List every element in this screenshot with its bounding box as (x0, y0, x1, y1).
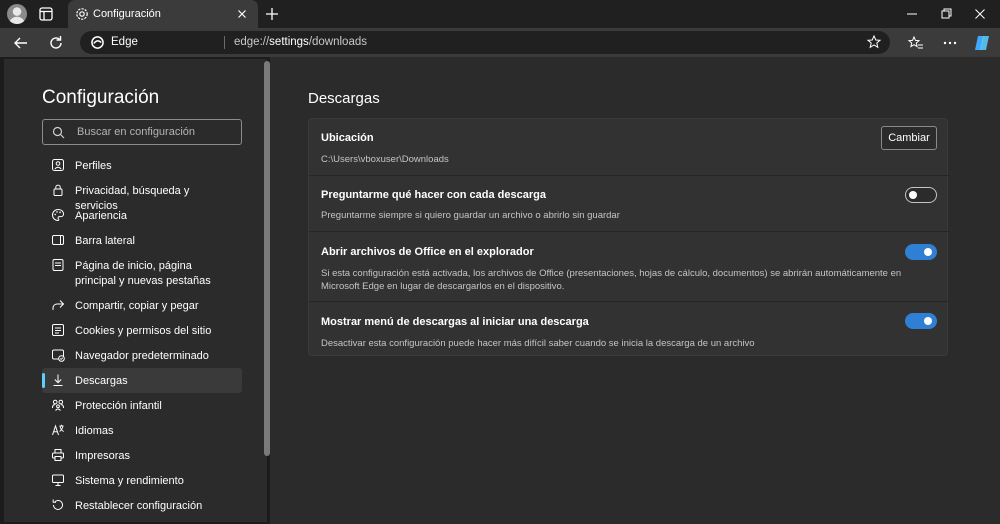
location-path: C:\Users\vboxuser\Downloads (321, 154, 449, 165)
setting-title: Mostrar menú de descargas al iniciar una… (321, 316, 589, 328)
location-title: Ubicación (321, 132, 374, 144)
ask-each-download-toggle[interactable] (905, 187, 937, 203)
sidebar-item-perfiles[interactable]: Perfiles (42, 153, 242, 178)
sidebar-item-impresoras[interactable]: Impresoras (42, 443, 242, 468)
new-tab-icon[interactable] (263, 5, 281, 23)
navigation-bar: Edge edge://settings/downloads (0, 28, 1000, 57)
sidebar-item-descargas[interactable]: Descargas (42, 368, 242, 393)
profile-avatar[interactable] (7, 4, 27, 24)
language-icon (52, 424, 64, 436)
favorites-icon[interactable] (906, 33, 926, 53)
restore-icon[interactable] (936, 4, 956, 24)
reset-icon (52, 499, 63, 510)
setting-row-office: Abrir archivos de Office en el explorado… (309, 232, 949, 302)
back-arrow-icon[interactable] (11, 33, 31, 53)
sidebar-nav: Perfiles Privacidad, búsqueda y servicio… (42, 153, 242, 518)
page-title: Descargas (308, 90, 380, 107)
sidebar-item-privacidad[interactable]: Privacidad, búsqueda y servicios (42, 178, 242, 212)
change-location-button[interactable]: Cambiar (881, 126, 937, 150)
sidebar-item-idiomas[interactable]: Idiomas (42, 418, 242, 443)
refresh-icon[interactable] (46, 33, 66, 53)
share-icon (52, 300, 65, 310)
close-window-icon[interactable] (970, 4, 990, 24)
sidebar-item-label: Compartir, copiar y pegar (75, 300, 199, 312)
search-icon (52, 126, 65, 139)
sidebar-item-label: Sistema y rendimiento (75, 475, 184, 487)
family-icon (52, 399, 64, 411)
sidebar-item-sistema[interactable]: Sistema y rendimiento (42, 468, 242, 493)
toggle-knob (909, 191, 917, 199)
sidebar-item-compartir[interactable]: Compartir, copiar y pegar (42, 293, 242, 318)
sidebar-item-label: Restablecer configuración (75, 500, 203, 512)
settings-sidebar: Configuración Perfiles (4, 59, 270, 522)
edge-logo-icon (91, 36, 104, 49)
open-office-files-toggle[interactable] (905, 244, 937, 260)
sidebar-title: Configuración (42, 87, 160, 108)
search-input[interactable] (77, 124, 237, 140)
url-rest: /downloads (308, 36, 367, 48)
close-tab-icon[interactable] (234, 6, 250, 22)
sidebar-item-apariencia[interactable]: Apariencia (42, 203, 242, 228)
home-page-icon (52, 259, 64, 271)
sidebar-item-label: Protección infantil (75, 400, 162, 412)
sidebar-item-label: Apariencia (75, 210, 127, 222)
sidebar-item-navegador[interactable]: Navegador predeterminado (42, 343, 242, 368)
minimize-icon[interactable] (902, 4, 922, 24)
favorite-star-icon[interactable] (866, 34, 882, 50)
sidebar-item-label: Barra lateral (75, 235, 135, 247)
profile-icon (52, 159, 64, 171)
sidebar-item-label: Descargas (75, 375, 128, 387)
download-icon (53, 374, 63, 386)
tab-title: Configuración (93, 8, 161, 20)
sidebar-item-restablecer[interactable]: Restablecer configuración (42, 493, 242, 518)
sidebar-item-label: Navegador predeterminado (75, 350, 209, 362)
sidebar-item-label: Idiomas (75, 425, 114, 437)
sidebar-item-pagina-inicio[interactable]: Página de inicio, página principal y nue… (42, 253, 242, 293)
sidebar-item-cookies[interactable]: Cookies y permisos del sitio (42, 318, 242, 343)
more-options-icon[interactable] (940, 33, 960, 53)
system-icon (52, 474, 64, 486)
tab-actions-icon[interactable] (38, 6, 54, 22)
setting-description: Preguntarme siempre si quiero guardar un… (321, 210, 620, 221)
downloads-settings-card: Ubicación C:\Users\vboxuser\Downloads Ca… (308, 118, 949, 356)
setting-description: Si esta configuración está activada, los… (321, 268, 902, 292)
setting-row-menu: Mostrar menú de descargas al iniciar una… (309, 302, 949, 356)
show-downloads-menu-toggle[interactable] (905, 313, 937, 329)
address-brand: Edge (111, 36, 138, 48)
default-browser-icon (52, 349, 65, 362)
sidebar-item-label: Impresoras (75, 450, 131, 462)
lock-icon (53, 184, 63, 196)
main-panel: Descargas Ubicación C:\Users\vboxuser\Do… (270, 57, 1000, 524)
tab-settings[interactable]: Configuración (68, 0, 258, 28)
permissions-icon (52, 324, 64, 336)
toggle-knob (924, 248, 932, 256)
settings-search-box[interactable] (42, 119, 242, 145)
address-url[interactable]: edge://settings/downloads (234, 36, 367, 48)
sidebar-item-label: Perfiles (75, 160, 112, 172)
copilot-icon[interactable] (972, 33, 992, 53)
sidebar-item-label: Cookies y permisos del sitio (75, 325, 212, 337)
toggle-knob (924, 317, 932, 325)
setting-row-ask: Preguntarme qué hacer con cada descarga … (309, 176, 949, 232)
gear-icon (76, 8, 88, 20)
address-bar[interactable]: Edge edge://settings/downloads (80, 31, 890, 54)
sidebar-item-label: Página de inicio, página principal y nue… (75, 260, 211, 287)
url-prefix: edge:// (234, 36, 270, 48)
content-area: Configuración Perfiles (0, 57, 1000, 524)
sidebar-icon (52, 235, 64, 245)
setting-title: Preguntarme qué hacer con cada descarga (321, 189, 546, 201)
sidebar-item-proteccion-infantil[interactable]: Protección infantil (42, 393, 242, 418)
address-divider (224, 36, 225, 49)
title-bar: Configuración (0, 0, 1000, 28)
location-row: Ubicación C:\Users\vboxuser\Downloads Ca… (309, 119, 949, 176)
url-highlight: settings (269, 36, 309, 48)
palette-icon (52, 209, 65, 222)
setting-description: Desactivar esta configuración puede hace… (321, 338, 755, 349)
printer-icon (52, 449, 64, 461)
sidebar-item-barra-lateral[interactable]: Barra lateral (42, 228, 242, 253)
setting-title: Abrir archivos de Office en el explorado… (321, 246, 534, 258)
